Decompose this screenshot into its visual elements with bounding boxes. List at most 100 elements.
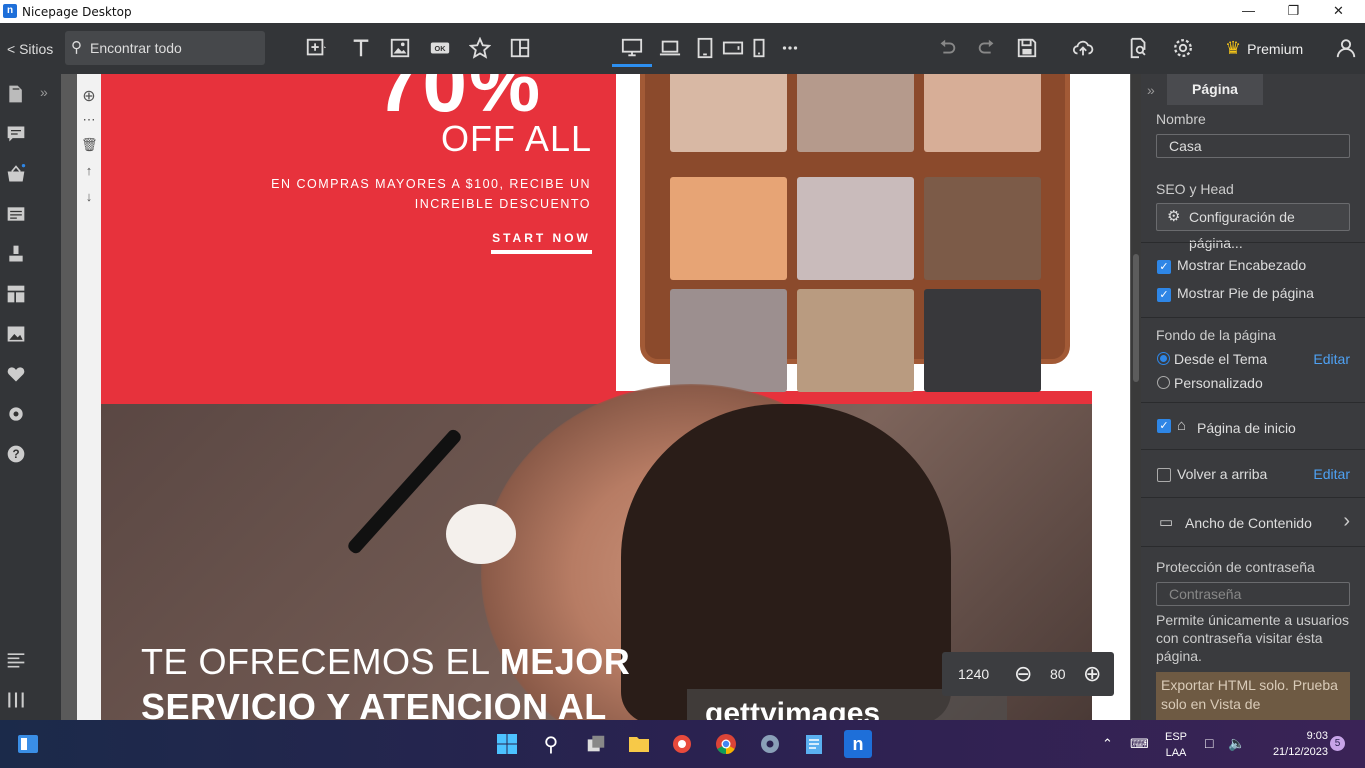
start-windows-icon[interactable] <box>493 730 521 758</box>
layers-list-icon[interactable] <box>5 649 27 671</box>
settings-gear-icon: ⚙ <box>1167 208 1181 225</box>
favorites-heart-icon[interactable] <box>5 363 27 385</box>
redo-button[interactable] <box>974 35 1000 61</box>
background-label: Fondo de la página <box>1156 327 1276 343</box>
nicepage-taskbar-icon[interactable]: n <box>844 730 872 758</box>
blocks-icon[interactable] <box>5 283 27 305</box>
edit-back-to-top-link[interactable]: Editar <box>1313 466 1350 482</box>
block-controls: ⊕ ⋯ 🗑 ↑ ↓ <box>77 74 101 720</box>
text-tool-button[interactable] <box>348 35 374 61</box>
page-settings-button[interactable]: ⚙ Configuración de página... <box>1156 203 1350 251</box>
services-heading[interactable]: TE OFRECEMOS EL MEJOR SERVICIO Y ATENCIO… <box>141 639 630 720</box>
bg-theme-radio[interactable] <box>1157 352 1170 365</box>
laptop-view-button[interactable] <box>657 35 683 61</box>
zoom-out-icon[interactable]: ⊖ <box>1014 661 1032 687</box>
move-down-icon[interactable]: ↓ <box>81 189 97 204</box>
grid-layout-icon <box>510 38 530 58</box>
block-more-icon[interactable]: ⋯ <box>81 112 97 128</box>
phone-view-button[interactable] <box>746 35 772 61</box>
add-element-button[interactable] <box>298 35 334 61</box>
chrome-icon[interactable] <box>712 730 740 758</box>
settings-button[interactable] <box>1170 35 1196 61</box>
promo-section[interactable]: 70% OFF ALL EN COMPRAS MAYORES A $100, R… <box>101 74 1092 404</box>
zoom-in-icon[interactable]: ⊕ <box>1083 661 1101 687</box>
delete-block-icon[interactable]: 🗑 <box>81 137 98 153</box>
close-button[interactable]: ✕ <box>1316 0 1361 23</box>
widgets-icon[interactable] <box>14 730 42 758</box>
heading-bold-1: MEJOR <box>499 641 631 682</box>
home-page-checkbox[interactable]: ✓ <box>1157 419 1171 433</box>
undo-button[interactable] <box>934 35 960 61</box>
premium-button[interactable]: ♛ Premium <box>1225 36 1303 60</box>
comments-icon[interactable] <box>5 123 27 145</box>
chevron-right-icon[interactable]: › <box>1343 510 1350 533</box>
site-settings-gear-icon[interactable] <box>5 403 27 425</box>
network-icon[interactable]: □ <box>1205 735 1213 751</box>
bg-custom-radio[interactable] <box>1157 376 1170 389</box>
publish-button[interactable] <box>1068 35 1098 61</box>
canvas-width[interactable]: 1240 <box>958 666 989 682</box>
edit-bg-link[interactable]: Editar <box>1313 351 1350 367</box>
search-input[interactable]: ⚲ Encontrar todo <box>65 31 265 65</box>
add-block-icon[interactable]: ⊕ <box>81 86 97 106</box>
desktop-view-button[interactable] <box>612 31 652 67</box>
window-title: Nicepage Desktop <box>22 5 132 19</box>
promo-offall[interactable]: OFF ALL <box>441 118 592 160</box>
file-explorer-icon[interactable] <box>625 730 653 758</box>
notepad-icon[interactable] <box>800 730 828 758</box>
language-indicator[interactable]: ESP LAA <box>1160 731 1192 759</box>
sites-button[interactable]: < Sitios <box>7 36 53 62</box>
show-header-checkbox[interactable]: ✓ <box>1157 260 1171 274</box>
settings-taskbar-icon[interactable] <box>756 730 784 758</box>
button-tool-button[interactable]: OK <box>427 35 453 61</box>
collapse-panel-icon[interactable]: » <box>1147 82 1155 98</box>
tablet-view-button[interactable] <box>692 35 718 61</box>
page-name-field[interactable]: Casa <box>1156 134 1350 158</box>
layout-tool-button[interactable] <box>507 35 533 61</box>
notification-badge[interactable]: 5 <box>1330 736 1345 751</box>
password-field[interactable]: Contraseña <box>1156 582 1350 606</box>
maximize-button[interactable]: ❐ <box>1271 0 1316 23</box>
swatch <box>670 289 787 392</box>
search-taskbar-icon[interactable]: ⚲ <box>537 730 565 758</box>
theme-brush-icon[interactable] <box>5 243 27 265</box>
account-button[interactable] <box>1333 35 1359 61</box>
zoom-level[interactable]: 80 <box>1050 666 1066 682</box>
shop-icon[interactable] <box>5 163 27 185</box>
app-red-icon[interactable] <box>668 730 696 758</box>
divider <box>1141 242 1365 243</box>
expand-panel-icon[interactable]: » <box>40 84 48 100</box>
minimize-button[interactable]: — <box>1226 0 1271 23</box>
tablet-landscape-icon <box>722 41 744 55</box>
editor-canvas[interactable]: ⊕ ⋯ 🗑 ↑ ↓ 70% OFF ALL EN COMPRAS MAYORES… <box>61 74 1141 720</box>
show-footer-checkbox[interactable]: ✓ <box>1157 288 1171 302</box>
content-width-label[interactable]: Ancho de Contenido <box>1185 515 1312 531</box>
pages-icon[interactable] <box>5 83 27 105</box>
preview-button[interactable] <box>1122 35 1156 61</box>
clock[interactable]: 9:03 21/12/2023 <box>1258 730 1328 758</box>
eyeshadow-image[interactable] <box>616 74 1092 392</box>
move-up-icon[interactable]: ↑ <box>81 163 97 178</box>
keyboard-icon[interactable]: ⌨ <box>1130 736 1149 752</box>
promo-percent[interactable]: 70% <box>376 74 542 124</box>
more-options-button[interactable] <box>777 35 803 61</box>
promo-description[interactable]: EN COMPRAS MAYORES A $100, RECIBE UN INC… <box>191 174 591 214</box>
back-to-top-checkbox[interactable] <box>1157 468 1171 482</box>
save-button[interactable] <box>1014 35 1040 61</box>
tab-page[interactable]: Página <box>1167 74 1263 105</box>
help-icon[interactable]: ? <box>5 443 27 465</box>
model-hair <box>621 404 951 720</box>
tray-chevron-icon[interactable]: ⌃ <box>1102 736 1113 752</box>
image-tool-button[interactable] <box>387 35 413 61</box>
start-now-button[interactable]: START NOW <box>491 231 592 245</box>
canvas-scrollbar[interactable] <box>1131 74 1141 720</box>
scrollbar-thumb[interactable] <box>1133 254 1139 382</box>
tablet-landscape-view-button[interactable] <box>720 35 746 61</box>
images-icon[interactable] <box>5 323 27 345</box>
columns-icon[interactable] <box>5 689 27 711</box>
volume-icon[interactable]: 🔈 <box>1228 735 1245 752</box>
icon-tool-button[interactable] <box>467 35 493 61</box>
task-view-icon[interactable] <box>582 730 610 758</box>
page-preview[interactable]: ⊕ ⋯ 🗑 ↑ ↓ 70% OFF ALL EN COMPRAS MAYORES… <box>77 74 1130 720</box>
blog-icon[interactable] <box>5 203 27 225</box>
